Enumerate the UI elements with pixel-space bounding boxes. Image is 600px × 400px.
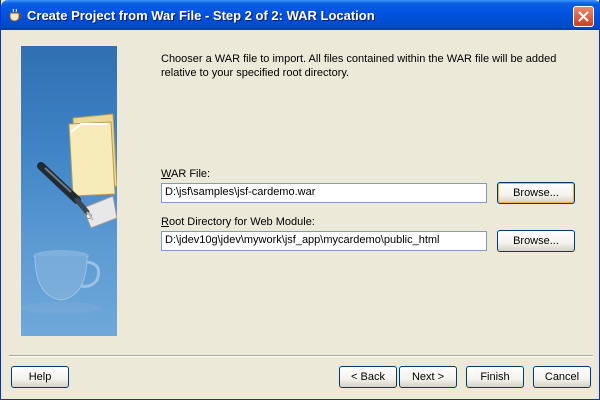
intro-text: Chooser a WAR file to import. All files … [161, 53, 557, 79]
war-file-label: WAR File: [161, 168, 210, 180]
root-dir-input[interactable]: D:\jdev10g\jdev\mywork\jsf_app\mycardemo… [161, 231, 487, 251]
window-title: Create Project from War File - Step 2 of… [27, 8, 375, 23]
war-file-label-rest: AR File: [170, 168, 211, 180]
finish-button[interactable]: Finish [466, 366, 524, 388]
cancel-button[interactable]: Cancel [533, 366, 591, 388]
root-dir-label-rest: oot Directory for Web Module: [168, 216, 315, 228]
folder-pen-cup-illustration [21, 113, 117, 314]
title-bar[interactable]: Create Project from War File - Step 2 of… [1, 0, 600, 30]
war-file-mnemonic: W [161, 168, 171, 180]
footer-separator [9, 355, 593, 357]
next-button[interactable]: Next > [399, 366, 457, 388]
help-button[interactable]: Help [11, 366, 69, 388]
wizard-banner-image [21, 46, 117, 336]
dialog-window: Create Project from War File - Step 2 of… [0, 0, 600, 400]
root-dir-label: Root Directory for Web Module: [161, 216, 315, 228]
close-button[interactable] [573, 6, 594, 27]
root-dir-mnemonic: R [161, 216, 169, 228]
war-file-browse-button[interactable]: Browse... [497, 182, 575, 204]
war-file-input[interactable]: D:\jsf\samples\jsf-cardemo.war [161, 183, 487, 203]
back-button[interactable]: < Back [339, 366, 397, 388]
close-icon [578, 11, 589, 22]
app-icon [9, 8, 22, 22]
root-dir-browse-button[interactable]: Browse... [497, 230, 575, 252]
